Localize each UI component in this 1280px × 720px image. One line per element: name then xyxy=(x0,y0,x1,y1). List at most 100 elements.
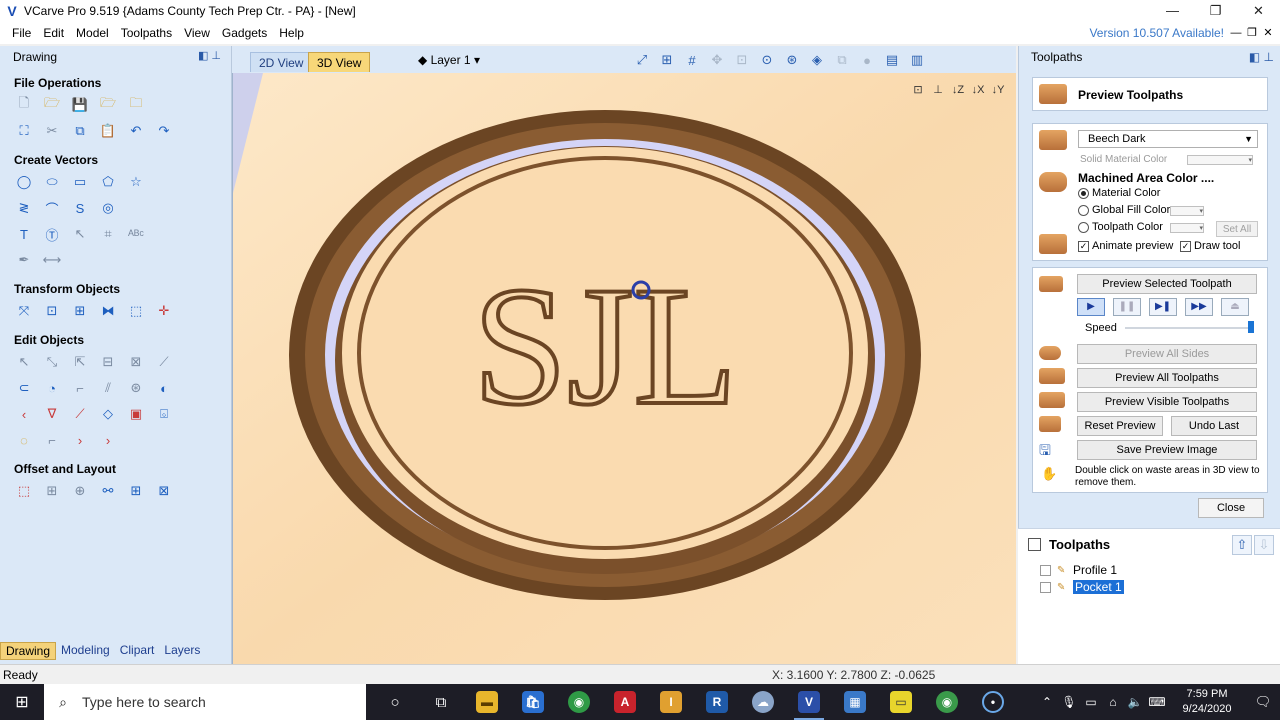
trim-icon[interactable]: ⫽ xyxy=(98,378,118,398)
plate-layout-icon[interactable]: ⊠ xyxy=(154,481,174,501)
battery-icon[interactable]: ▭ xyxy=(1080,695,1102,709)
ramp-icon[interactable]: › xyxy=(98,430,118,450)
microphone-icon[interactable]: 🎙 xyxy=(1058,695,1080,709)
toolpath-visibility-checkbox[interactable] xyxy=(1040,564,1051,576)
zoom-icon[interactable]: ⊙ xyxy=(757,50,777,70)
toolpath-item[interactable]: ✎ Profile 1 xyxy=(1040,563,1117,577)
menu-model[interactable]: Model xyxy=(70,22,115,44)
cortana-icon[interactable]: ○ xyxy=(372,684,418,720)
menu-edit[interactable]: Edit xyxy=(37,22,70,44)
reset-preview-button[interactable]: Reset Preview xyxy=(1077,416,1163,436)
top-view-icon[interactable]: ⊥ xyxy=(928,81,948,99)
text-icon[interactable]: T xyxy=(14,224,34,244)
sticky-notes-icon[interactable]: ▭ xyxy=(878,684,924,720)
acrobat-icon[interactable]: A xyxy=(602,684,648,720)
tray-expand-icon[interactable]: ⌃ xyxy=(1036,695,1058,709)
menu-toolpaths[interactable]: Toolpaths xyxy=(115,22,178,44)
menu-gadgets[interactable]: Gadgets xyxy=(216,22,273,44)
pin-icon[interactable]: ◧ ⊥ xyxy=(1249,46,1274,68)
global-fill-color-radio[interactable] xyxy=(1078,204,1089,216)
fillet-layout-icon[interactable]: ⊞ xyxy=(42,481,62,501)
ungroup-icon[interactable]: ⊠ xyxy=(126,352,146,372)
keyboard-icon[interactable]: ⌨ xyxy=(1146,695,1168,709)
layers-icon[interactable]: ⧉ xyxy=(832,50,852,70)
3d-viewport[interactable]: SJL ⊡ ⊥ ↓Z ↓X ↓Y xyxy=(232,73,1016,664)
play-icon[interactable]: ▶ xyxy=(1077,298,1105,316)
vcarve-taskbar-icon[interactable]: V xyxy=(786,684,832,720)
toolpath-visibility-checkbox[interactable] xyxy=(1040,581,1051,593)
menu-view[interactable]: View xyxy=(178,22,216,44)
speed-slider-thumb[interactable] xyxy=(1248,321,1254,333)
interactive-transform-icon[interactable]: ⇱ xyxy=(70,352,90,372)
view-x-icon[interactable]: ↓X xyxy=(968,81,988,99)
job-setup-icon[interactable]: ⛶ xyxy=(14,121,34,141)
weld-icon[interactable]: ⊛ xyxy=(126,378,146,398)
pan-icon[interactable]: ✥ xyxy=(707,50,727,70)
revit-icon[interactable]: R xyxy=(694,684,740,720)
render-icon[interactable]: ● xyxy=(857,50,877,70)
tab-modeling[interactable]: Modeling xyxy=(56,642,115,660)
doc-restore-icon[interactable]: ❐ xyxy=(1244,22,1260,44)
curve-icon[interactable]: S xyxy=(70,198,90,218)
material-color-radio[interactable] xyxy=(1078,187,1089,199)
redo-icon[interactable]: ↷ xyxy=(154,121,174,141)
nest-icon[interactable]: ◇ xyxy=(98,404,118,424)
material-color-option[interactable]: Material Color xyxy=(1078,187,1160,199)
file-explorer-icon[interactable]: ▬ xyxy=(464,684,510,720)
join-vectors-icon[interactable]: ⊂ xyxy=(14,378,34,398)
toolpath-color-radio[interactable] xyxy=(1078,221,1089,233)
mirror-icon[interactable]: ⧓ xyxy=(98,301,118,321)
move-up-icon[interactable]: ⇧ xyxy=(1232,535,1252,555)
set-size-icon[interactable]: ⊡ xyxy=(42,301,62,321)
array-copy-icon[interactable]: ⚯ xyxy=(98,481,118,501)
move-icon[interactable]: ⤧ xyxy=(14,301,34,321)
text-on-curve-icon[interactable]: ↖ xyxy=(70,224,90,244)
curve-fit-icon[interactable]: ‹ xyxy=(14,404,34,424)
notification-center-icon[interactable]: 🗨 xyxy=(1246,694,1280,710)
open-file-icon[interactable]: 🗁 xyxy=(42,95,62,115)
arc-icon[interactable]: ⌒ xyxy=(42,198,62,218)
snap-icon[interactable]: ◈ xyxy=(807,50,827,70)
cut-icon[interactable]: ✂ xyxy=(42,121,62,141)
cloud-app-icon[interactable]: ☁ xyxy=(740,684,786,720)
offset-vector-icon[interactable]: ◌ xyxy=(14,430,34,450)
step-icon[interactable]: ▶❚ xyxy=(1149,298,1177,316)
arrow-right-icon[interactable]: › xyxy=(70,430,90,450)
view-z-icon[interactable]: ↓Z xyxy=(948,81,968,99)
group-icon[interactable]: ⊟ xyxy=(98,352,118,372)
store-icon[interactable]: 🛍 xyxy=(510,684,556,720)
zoom-selection-icon[interactable]: ⊛ xyxy=(782,50,802,70)
layer-selector[interactable]: ◆ Layer 1 ▾ xyxy=(418,52,480,68)
circular-array-icon[interactable]: ⊞ xyxy=(126,481,146,501)
polyline-icon[interactable]: ≷ xyxy=(14,198,34,218)
view-y-icon[interactable]: ↓Y xyxy=(988,81,1008,99)
iso-view-icon[interactable]: ⊡ xyxy=(908,81,928,99)
search-input[interactable] xyxy=(82,694,352,710)
stop-icon[interactable]: ⏏ xyxy=(1221,298,1249,316)
text-frame-icon[interactable]: Ⓣ xyxy=(42,224,62,244)
extend-icon[interactable]: ⟋ xyxy=(70,404,90,424)
doc-close-icon[interactable]: ✕ xyxy=(1260,22,1276,44)
array-icon[interactable]: ✛ xyxy=(154,301,174,321)
doc-minimize-icon[interactable]: — xyxy=(1228,22,1244,44)
trace-bitmap-icon[interactable]: ✒ xyxy=(14,250,34,270)
animate-preview-option[interactable]: ✓ Animate preview xyxy=(1078,240,1173,252)
star-icon[interactable]: ☆ xyxy=(126,172,146,192)
global-fill-color-option[interactable]: Global Fill Color xyxy=(1078,204,1170,216)
windows-start-icon[interactable]: ⊞ xyxy=(0,684,44,720)
ellipse-icon[interactable]: ⬭ xyxy=(42,172,62,192)
taskbar-clock[interactable]: 7:59 PM 9/24/2020 xyxy=(1168,687,1246,717)
undo-last-button[interactable]: Undo Last xyxy=(1171,416,1257,436)
tab-layers[interactable]: Layers xyxy=(159,642,205,660)
tab-3d-view[interactable]: 3D View xyxy=(308,52,371,72)
measure-icon[interactable]: ⟋ xyxy=(154,352,174,372)
move-down-icon[interactable]: ⇩ xyxy=(1254,535,1274,555)
node-edit-icon[interactable]: ⤡ xyxy=(42,352,62,372)
copy-along-icon[interactable]: ⌺ xyxy=(154,404,174,424)
import-vectors-icon[interactable]: 🗁 xyxy=(98,95,118,115)
record-app-icon[interactable]: • xyxy=(970,684,1016,720)
corner-icon[interactable]: ⌐ xyxy=(42,430,62,450)
spiral-icon[interactable]: ◎ xyxy=(98,198,118,218)
inkscape-icon[interactable]: I xyxy=(648,684,694,720)
paste-icon[interactable]: 📋 xyxy=(98,121,118,141)
